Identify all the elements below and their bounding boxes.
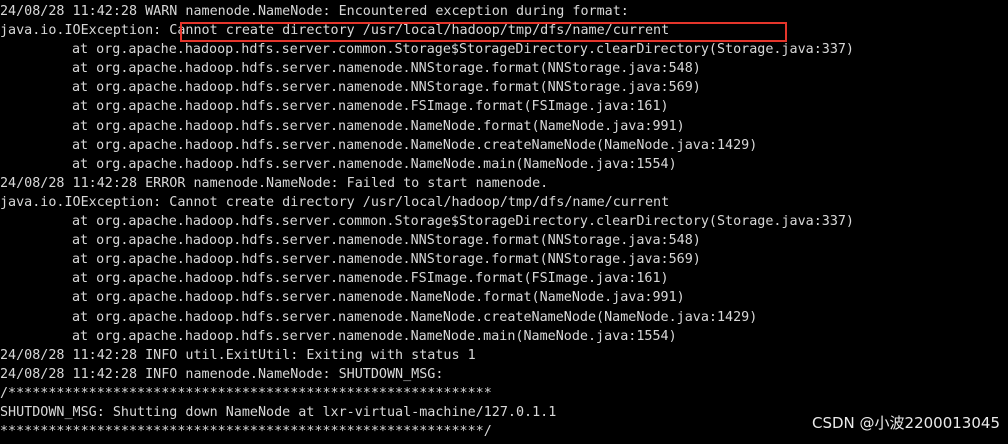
- stack-trace-line: at org.apache.hadoop.hdfs.server.namenod…: [72, 290, 685, 306]
- stack-trace-line: at org.apache.hadoop.hdfs.server.namenod…: [72, 118, 685, 134]
- exception-line: java.io.IOException: Cannot create direc…: [0, 23, 670, 39]
- stack-trace-line: at org.apache.hadoop.hdfs.server.namenod…: [72, 309, 758, 325]
- exception-line: java.io.IOException: Cannot create direc…: [0, 194, 670, 210]
- terminal-output: 24/08/28 11:42:28 WARN namenode.NameNode…: [0, 2, 854, 441]
- log-line-warn: 24/08/28 11:42:28 WARN namenode.NameNode…: [0, 4, 629, 19]
- log-line-error: 24/08/28 11:42:28 ERROR namenode.NameNod…: [0, 175, 549, 191]
- stack-trace-line: at org.apache.hadoop.hdfs.server.namenod…: [72, 233, 701, 249]
- stack-trace-line: at org.apache.hadoop.hdfs.server.namenod…: [72, 99, 669, 115]
- terminal-window[interactable]: 24/08/28 11:42:28 WARN namenode.NameNode…: [0, 0, 1008, 444]
- stack-trace-line: at org.apache.hadoop.hdfs.server.common.…: [72, 214, 854, 230]
- stack-trace-line: at org.apache.hadoop.hdfs.server.namenod…: [72, 80, 701, 96]
- shutdown-banner-top: /***************************************…: [0, 385, 492, 401]
- stack-trace-line: at org.apache.hadoop.hdfs.server.namenod…: [72, 271, 669, 287]
- stack-trace-line: at org.apache.hadoop.hdfs.server.namenod…: [72, 252, 701, 268]
- stack-trace-line: at org.apache.hadoop.hdfs.server.namenod…: [72, 328, 677, 344]
- shutdown-message: SHUTDOWN_MSG: Shutting down NameNode at …: [0, 404, 557, 420]
- stack-trace-line: at org.apache.hadoop.hdfs.server.namenod…: [72, 137, 758, 153]
- csdn-watermark: CSDN @小波2200013045: [812, 414, 1000, 432]
- log-line-info: 24/08/28 11:42:28 INFO util.ExitUtil: Ex…: [0, 347, 476, 363]
- stack-trace-line: at org.apache.hadoop.hdfs.server.namenod…: [72, 156, 677, 172]
- log-line-info: 24/08/28 11:42:28 INFO namenode.NameNode…: [0, 366, 444, 382]
- stack-trace-line: at org.apache.hadoop.hdfs.server.common.…: [72, 42, 854, 58]
- shutdown-banner-bottom: ****************************************…: [0, 424, 492, 440]
- stack-trace-line: at org.apache.hadoop.hdfs.server.namenod…: [72, 61, 701, 77]
